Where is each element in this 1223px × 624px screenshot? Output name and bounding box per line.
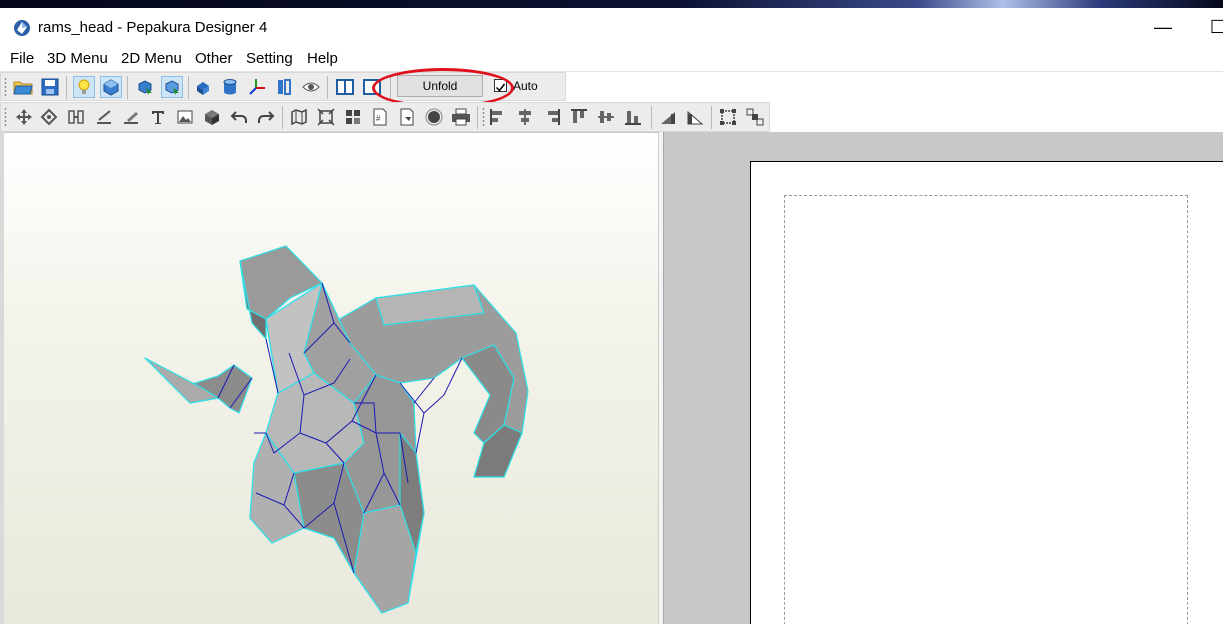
checkmark-icon [495,83,506,92]
auto-label: Auto [513,79,538,93]
ungroup-icon[interactable] [744,106,766,128]
auto-checkbox[interactable] [494,79,507,92]
split-view-icon[interactable] [334,76,356,98]
align-top-icon[interactable] [568,106,590,128]
minimize-button[interactable]: — [1148,14,1178,40]
title-bar: rams_head - Pepakura Designer 4 — ☐ [0,8,1223,46]
fold-line-icon[interactable] [120,106,142,128]
circle-icon[interactable] [423,106,445,128]
toolbar-grip[interactable] [4,77,7,97]
single-view-icon[interactable] [361,76,383,98]
open-folder-icon[interactable] [12,76,34,98]
align-bottom-icon[interactable] [622,106,644,128]
align-right-icon[interactable] [541,106,563,128]
light-bulb-icon[interactable] [73,76,95,98]
number-page-icon[interactable]: # [369,106,391,128]
rotate-left-icon[interactable] [657,106,679,128]
toolbar-separator [327,76,328,99]
app-window: rams_head - Pepakura Designer 4 — ☐ File… [0,8,1223,624]
rams-head-3d-model[interactable] [4,133,658,624]
align-left-icon[interactable] [487,106,509,128]
join-edges-icon[interactable] [65,106,87,128]
menu-other[interactable]: Other [195,50,233,67]
menu-file[interactable]: File [10,50,34,67]
toolbar-separator [66,76,67,99]
flap-icon[interactable] [396,106,418,128]
text-tool-icon[interactable] [147,106,169,128]
svg-text:#: # [376,114,381,123]
print-margin [784,195,1188,624]
rotate-parts-icon[interactable] [38,106,60,128]
menu-help[interactable]: Help [307,50,338,67]
undo-icon[interactable] [228,106,250,128]
2d-view-panel[interactable] [664,132,1223,624]
menu-setting[interactable]: Setting [246,50,293,67]
arrange-grid-icon[interactable] [342,106,364,128]
toolbar-grip[interactable] [482,107,485,127]
paper-sheet [750,161,1223,624]
toolbar-grip[interactable] [4,107,7,127]
toolbar-separator [477,106,478,129]
redo-icon[interactable] [255,106,277,128]
print-icon[interactable] [450,106,472,128]
image-tool-icon[interactable] [174,106,196,128]
parallel-view-icon[interactable] [273,76,295,98]
texture-display-icon[interactable] [100,76,122,98]
toolbar-separator [711,106,712,129]
toolbar-separator [188,76,189,99]
window-title: rams_head - Pepakura Designer 4 [38,19,268,36]
rotate-right-icon[interactable] [684,106,706,128]
box-icon[interactable] [201,106,223,128]
toolbar-separator [390,76,391,99]
select-edges-icon[interactable] [161,76,183,98]
toolbar-separator [127,76,128,99]
align-center-icon[interactable] [514,106,536,128]
line-tool-icon[interactable] [93,106,115,128]
axes-icon[interactable] [246,76,268,98]
toolbar-separator [282,106,283,129]
menu-bar: File 3D Menu 2D Menu Other Setting Help [0,46,1223,72]
select-faces-icon[interactable] [134,76,156,98]
paint-bucket-icon[interactable] [192,76,214,98]
fit-page-icon[interactable] [315,106,337,128]
3d-view-panel[interactable] [4,132,658,624]
menu-3d[interactable]: 3D Menu [47,50,108,67]
maximize-button[interactable]: ☐ [1203,14,1223,40]
pepakura-app-icon [14,20,30,36]
align-middle-icon[interactable] [595,106,617,128]
save-icon[interactable] [39,76,61,98]
eye-view-icon[interactable] [300,76,322,98]
map-icon[interactable] [288,106,310,128]
edit-toolbar: # [0,102,770,132]
cylinder-icon[interactable] [219,76,241,98]
group-icon[interactable] [717,106,739,128]
toolbar-separator [651,106,652,129]
desktop-background [0,0,1223,8]
move-parts-icon[interactable] [13,106,35,128]
unfold-button[interactable]: Unfold [397,75,483,97]
menu-2d[interactable]: 2D Menu [121,50,182,67]
